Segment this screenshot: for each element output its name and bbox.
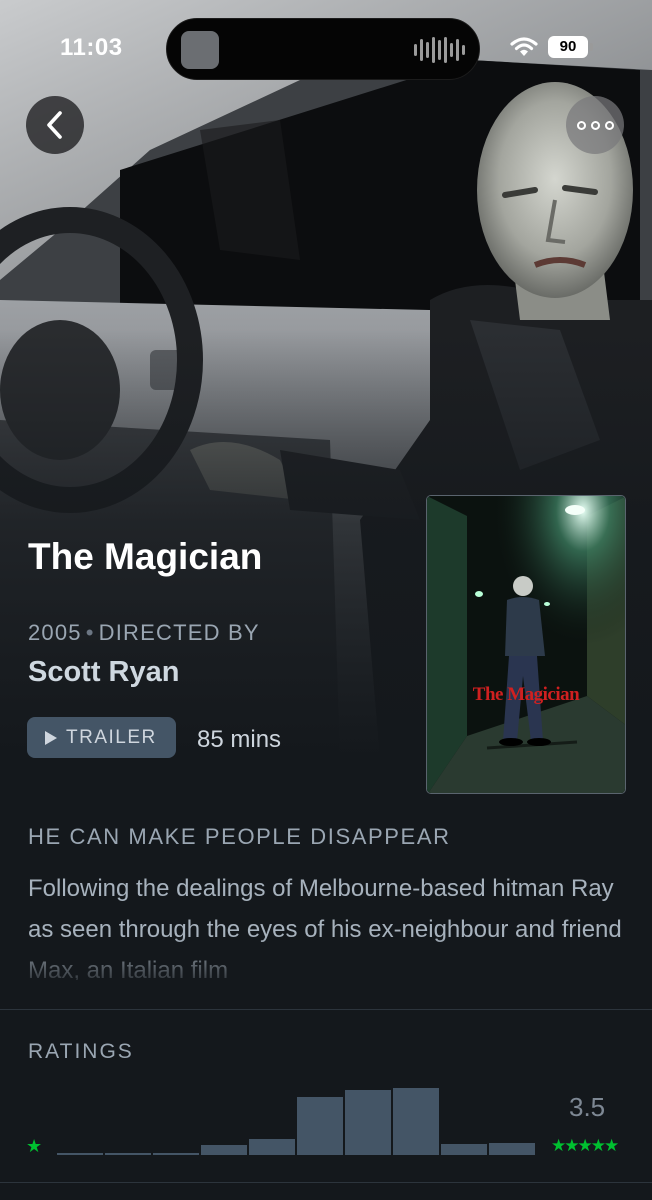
- dynamic-island[interactable]: [166, 18, 480, 80]
- more-options-button[interactable]: [566, 96, 624, 154]
- histogram-bar[interactable]: [201, 1145, 247, 1155]
- divider: [0, 1009, 652, 1010]
- divider: [0, 1182, 652, 1183]
- synopsis-fade: [0, 936, 652, 984]
- one-star-icon: ★: [26, 1136, 43, 1156]
- ellipsis-dot: [604, 120, 614, 130]
- status-time: 11:03: [60, 34, 123, 61]
- histogram-bar[interactable]: [57, 1153, 103, 1155]
- chevron-left-icon: [47, 111, 62, 139]
- ratings-histogram[interactable]: [57, 1060, 537, 1155]
- trailer-label: TRAILER: [66, 726, 157, 748]
- histogram-bar[interactable]: [489, 1143, 535, 1155]
- histogram-bar[interactable]: [153, 1153, 199, 1155]
- trailer-button[interactable]: TRAILER: [27, 717, 176, 758]
- ellipsis-icon: [576, 120, 586, 130]
- release-meta: 2005 • DIRECTED BY: [28, 620, 260, 646]
- audio-waveform-icon: [414, 37, 465, 63]
- ellipsis-dot: [590, 120, 600, 130]
- separator-dot: •: [85, 620, 95, 645]
- histogram-bar[interactable]: [105, 1153, 151, 1155]
- poster-title: The Magician: [472, 684, 580, 705]
- average-rating: 3.5: [569, 1092, 606, 1122]
- runtime: 85 mins: [197, 726, 282, 753]
- five-star-icon: ★★★★★: [551, 1136, 619, 1155]
- directed-by-label: DIRECTED BY: [98, 620, 260, 645]
- histogram-bar[interactable]: [393, 1088, 439, 1155]
- back-button[interactable]: [26, 96, 84, 154]
- release-year[interactable]: 2005: [28, 620, 82, 645]
- histogram-bar[interactable]: [345, 1090, 391, 1155]
- now-playing-artwork: [181, 31, 219, 69]
- histogram-bar[interactable]: [249, 1139, 295, 1155]
- wifi-icon: [510, 37, 538, 56]
- film-poster[interactable]: The Magician: [426, 495, 626, 794]
- tagline: HE CAN MAKE PEOPLE DISAPPEAR: [28, 824, 451, 849]
- play-icon: [45, 730, 57, 745]
- film-title: The Magician: [28, 536, 263, 577]
- histogram-bar[interactable]: [297, 1097, 343, 1155]
- battery-level: 90: [548, 36, 588, 58]
- histogram-bar[interactable]: [441, 1144, 487, 1155]
- director-name[interactable]: Scott Ryan: [28, 656, 179, 689]
- battery-tip: [590, 43, 593, 51]
